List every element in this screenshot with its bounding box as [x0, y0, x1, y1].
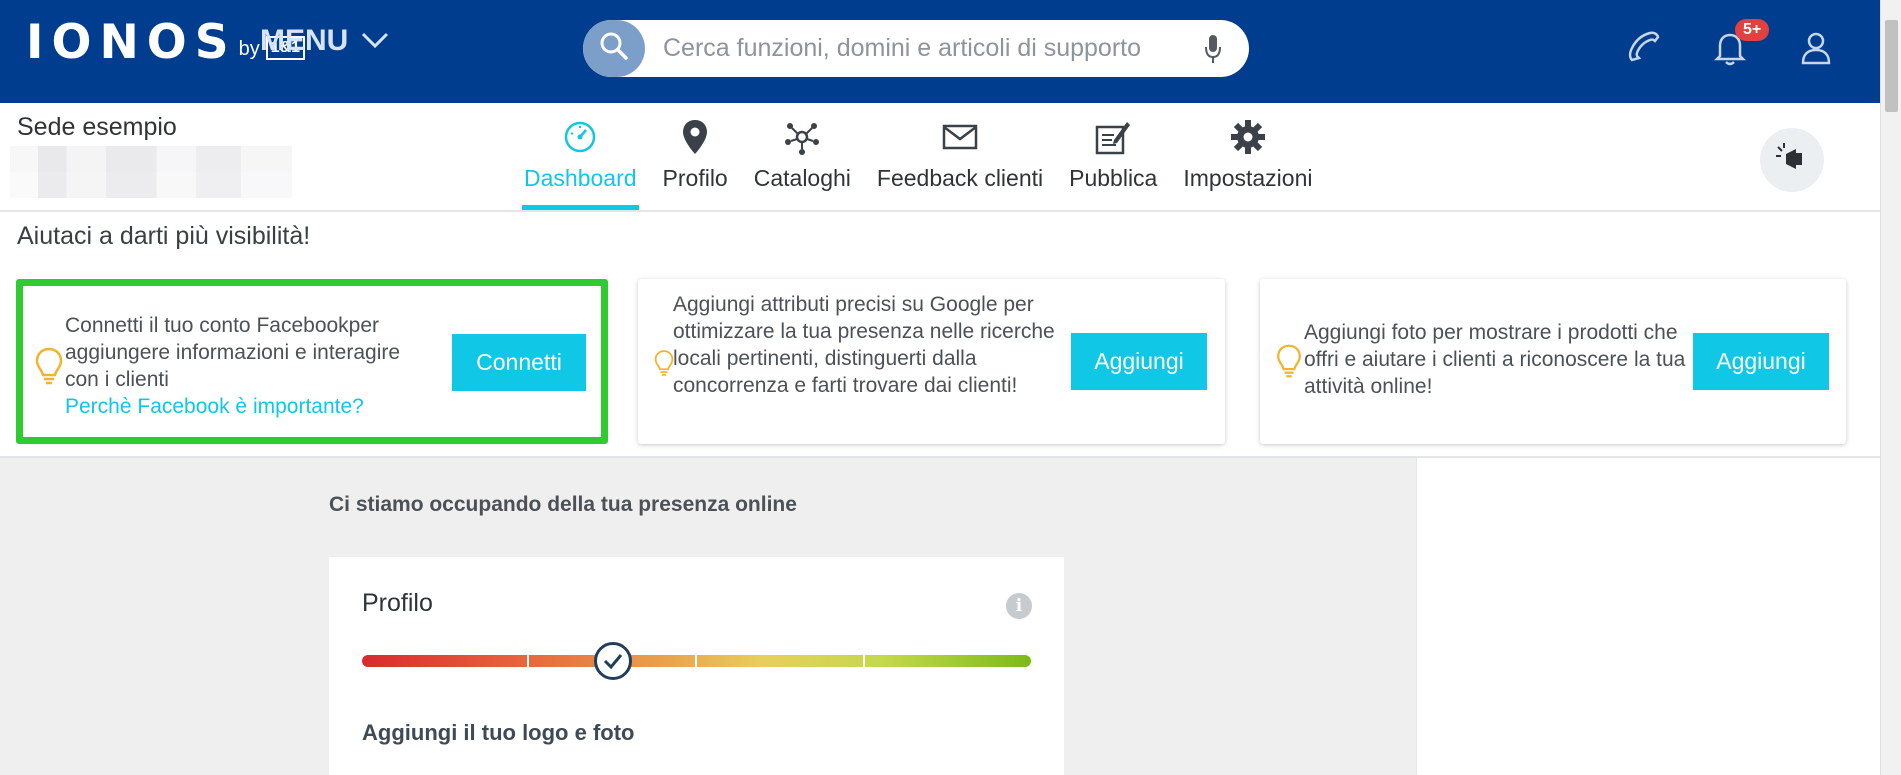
- tab-pubblica[interactable]: Pubblica: [1056, 103, 1170, 210]
- chevron-down-icon: [360, 24, 390, 58]
- gauge-icon: [562, 115, 598, 159]
- menu-label: MENU: [260, 24, 349, 57]
- notification-badge: 5+: [1735, 19, 1770, 41]
- lightbulb-icon: [1275, 343, 1303, 384]
- user-icon[interactable]: [1796, 28, 1836, 73]
- tab-label: Dashboard: [524, 165, 637, 191]
- network-icon: [783, 115, 821, 159]
- vertical-scrollbar[interactable]: [1880, 0, 1901, 775]
- tab-label: Pubblica: [1069, 165, 1158, 191]
- tab-profilo[interactable]: Profilo: [650, 103, 741, 210]
- visibility-title: Aiutaci a darti più visibilità!: [17, 222, 311, 250]
- card-description: Aggiungi attributi precisi su Google per…: [673, 293, 1055, 397]
- menu-button[interactable]: MENU: [260, 24, 390, 58]
- suggestion-card-google-attributes: Aggiungi attributi precisi su Google per…: [638, 279, 1225, 444]
- envelope-icon: [942, 115, 978, 159]
- megaphone-icon: [1774, 142, 1810, 179]
- card-description: Aggiungi foto per mostrare i prodotti ch…: [1304, 321, 1686, 398]
- profile-progress-bar: [362, 655, 1031, 667]
- tab-label: Feedback clienti: [876, 165, 1044, 191]
- profile-card-title: Profilo: [362, 589, 433, 617]
- progress-separator: [863, 655, 865, 667]
- top-bar: IONOS by 1&1 MENU 5+: [0, 0, 1880, 103]
- presence-title: Ci stiamo occupando della tua presenza o…: [329, 493, 797, 516]
- tab-label: Impostazioni: [1183, 165, 1313, 191]
- location-name: Sede esempio: [17, 113, 177, 141]
- search-input[interactable]: [645, 22, 1191, 75]
- lightbulb-icon: [653, 349, 675, 382]
- facebook-info-link[interactable]: Perchè Facebook è importante?: [65, 393, 437, 420]
- progress-separator: [527, 655, 529, 667]
- search-button[interactable]: [583, 20, 645, 77]
- progress-separator: [695, 655, 697, 667]
- phone-icon[interactable]: [1624, 28, 1664, 73]
- location-address-blurred: [10, 146, 292, 198]
- edit-post-icon: [1094, 115, 1132, 159]
- visibility-section: Aiutaci a darti più visibilità! Connetti…: [0, 212, 1880, 458]
- gear-icon: [1229, 115, 1267, 159]
- microphone-icon[interactable]: [1191, 33, 1235, 65]
- lightbulb-icon: [34, 346, 64, 391]
- info-icon[interactable]: i: [1006, 593, 1032, 619]
- scrollbar-thumb[interactable]: [1885, 20, 1898, 112]
- tab-dashboard[interactable]: Dashboard: [511, 103, 650, 210]
- right-panel: [1416, 458, 1881, 775]
- add-attributes-button[interactable]: Aggiungi: [1071, 333, 1207, 390]
- add-photos-button[interactable]: Aggiungi: [1693, 333, 1829, 390]
- card-text: Connetti il tuo conto Facebookper aggiun…: [65, 312, 437, 420]
- progress-check-icon: [593, 642, 632, 680]
- search-icon: [598, 30, 630, 67]
- announcement-button[interactable]: [1760, 128, 1824, 192]
- map-pin-icon: [680, 115, 710, 159]
- logo-text: IONOS: [26, 14, 237, 70]
- tab-label: Cataloghi: [753, 165, 851, 191]
- tab-label: Profilo: [662, 165, 728, 191]
- sub-navigation: Sede esempio Dashboard Profilo Cataloghi…: [0, 103, 1880, 212]
- suggestion-card-photos: Aggiungi foto per mostrare i prodotti ch…: [1260, 279, 1846, 444]
- tab-feedback-clienti[interactable]: Feedback clienti: [864, 103, 1056, 210]
- connect-button[interactable]: Connetti: [452, 334, 586, 391]
- suggestion-card-facebook: Connetti il tuo conto Facebookper aggiun…: [16, 279, 608, 444]
- card-description: Connetti il tuo conto Facebookper aggiun…: [65, 314, 401, 391]
- tab-cataloghi[interactable]: Cataloghi: [741, 103, 864, 210]
- logo-by: by: [238, 37, 260, 60]
- main-tabs: Dashboard Profilo Cataloghi Feedback cli…: [511, 103, 1325, 210]
- profile-score-card: Profilo i Aggiungi il tuo logo e foto: [329, 557, 1064, 775]
- next-step-title: Aggiungi il tuo logo e foto: [362, 720, 635, 745]
- tab-impostazioni[interactable]: Impostazioni: [1170, 103, 1325, 210]
- search-bar: [583, 20, 1249, 77]
